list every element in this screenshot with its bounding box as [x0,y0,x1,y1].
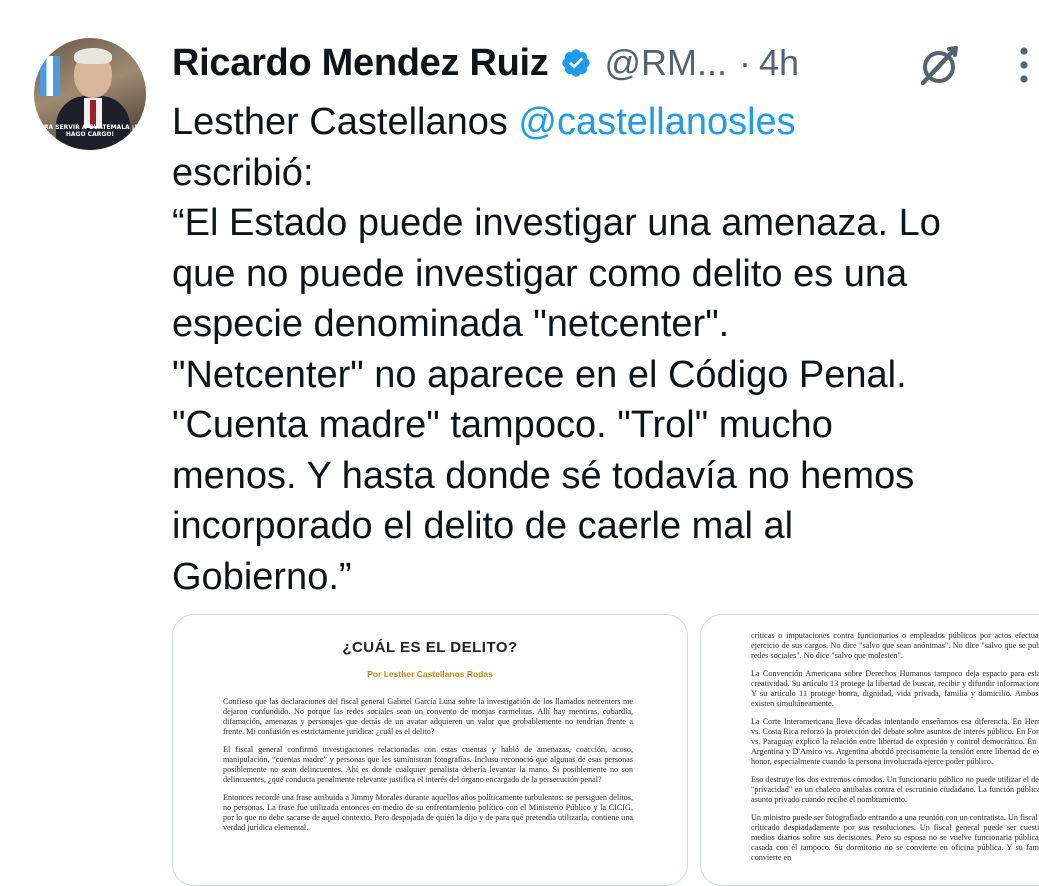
document-title: ¿CUÁL ES EL DELITO? [342,639,518,656]
more-options-icon[interactable] [1010,40,1038,90]
document-paragraph: La Convención Americana sobre Derechos H… [751,669,1039,708]
tweet-line-4: que no puede investigar como delito es u… [172,252,908,295]
timestamp[interactable]: 4h [759,42,799,84]
tweet-line-10: Gobierno.” [172,555,352,598]
avatar-hair [74,48,112,64]
avatar-caption: PARA SERVIR A GUATEMALA ¡ME HAGO CARGO! [35,124,145,138]
tweet-body: Lesther Castellanos @castellanosles escr… [172,97,1037,602]
document-paragraph: Eso destruye los dos extremos cómodos. U… [751,775,1039,804]
tweet-line-5: especie denominada "netcenter". [172,303,730,345]
quoted-author-text: Lesther Castellanos [172,101,519,143]
document-paragraph: Confieso que las declaraciones del fisca… [223,697,633,736]
tweet-line-7: "Cuenta madre" tampoco. "Trol" mucho [172,404,833,446]
tweet-line-6: "Netcenter" no aparece en el Código Pena… [172,353,907,396]
separator-dot: · [739,42,751,83]
document-author: Por Lesther Castellanos Rodas [367,669,493,679]
mention-link[interactable]: @castellanosles [518,101,795,143]
tweet-line-1: Lesther Castellanos @castellanosles [172,97,1037,148]
document-paragraph: críticas o imputaciones contra funcionar… [751,631,1039,660]
guatemala-flag-icon [40,56,60,96]
tweet-line-2: escribió: [172,151,314,194]
tweet-line-3: “El Estado puede investigar una amenaza.… [172,202,941,244]
tweet-line-9: incorporado el delito de caerle mal al [172,505,794,547]
verified-badge-icon[interactable] [560,47,592,79]
grok-icon[interactable] [912,38,966,92]
document-paragraph: Un ministro puede ser fotografiado entra… [751,813,1039,862]
attached-image-1[interactable]: ¿CUÁL ES EL DELITO? Por Lesther Castella… [172,614,688,886]
document-body: Confieso que las declaraciones del fisca… [223,697,633,841]
attached-image-2[interactable]: críticas o imputaciones contra funcionar… [700,614,1039,886]
avatar-tie [90,100,96,126]
document-paragraph: La Corte Interamericana lleva décadas in… [751,717,1039,766]
author-handle[interactable]: @RM... [604,42,727,84]
avatar[interactable]: PARA SERVIR A GUATEMALA ¡ME HAGO CARGO! [34,38,146,150]
document-body: críticas o imputaciones contra funcionar… [751,631,1039,871]
tweet-line-8: menos. Y hasta donde sé todavía no hemos [172,454,915,497]
tweet-header: Ricardo Mendez Ruiz @RM... · 4h [172,38,799,88]
document-paragraph: Entonces recordé una frase atribuida a J… [223,793,633,832]
document-paragraph: El fiscal general confirmó investigacion… [223,745,633,784]
author-name[interactable]: Ricardo Mendez Ruiz [172,42,549,85]
